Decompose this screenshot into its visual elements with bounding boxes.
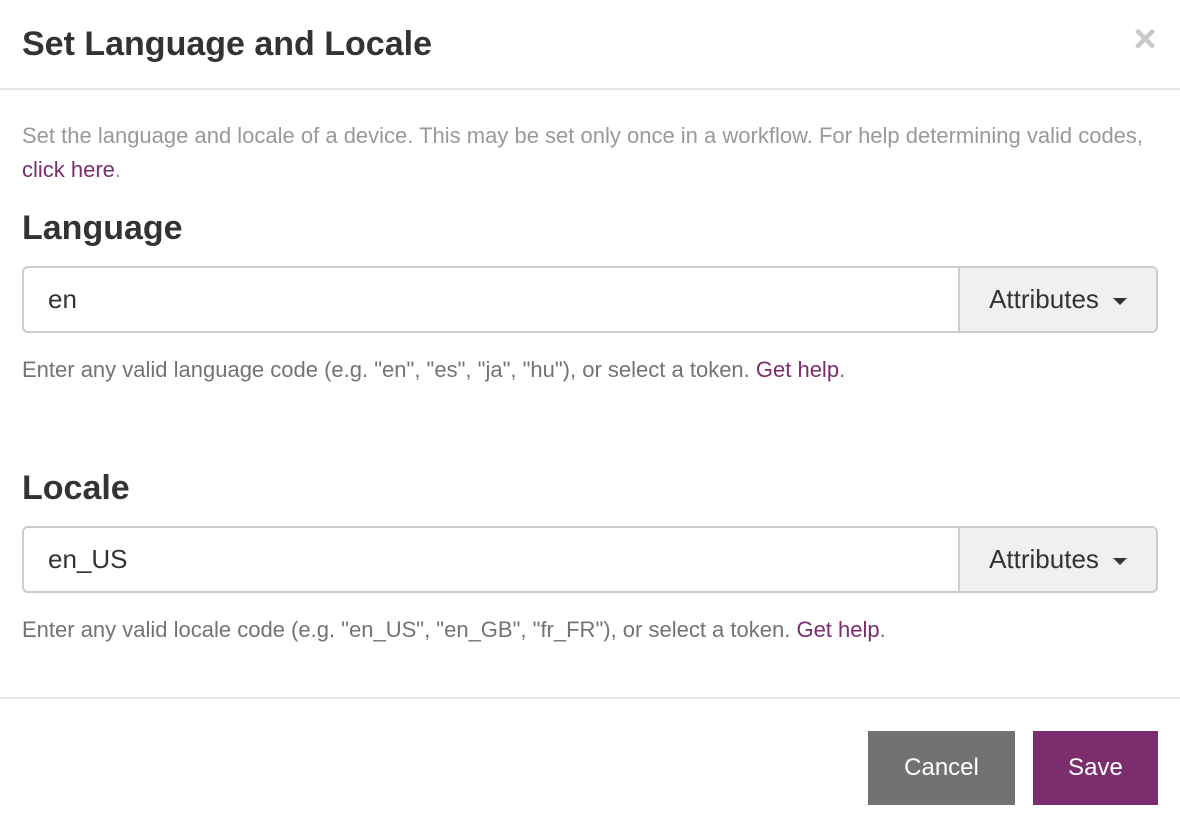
language-get-help-link[interactable]: Get help <box>756 357 839 382</box>
intro-text: Set the language and locale of a device.… <box>22 119 1152 187</box>
locale-input[interactable] <box>22 526 958 593</box>
locale-help-suffix: . <box>880 617 886 642</box>
locale-label: Locale <box>22 468 130 508</box>
language-input-group: Attributes <box>22 266 1158 333</box>
save-button[interactable]: Save <box>1033 731 1158 805</box>
language-locale-modal: Set Language and Locale × Set the langua… <box>0 0 1180 830</box>
modal-header: Set Language and Locale × <box>0 0 1180 90</box>
caret-down-icon <box>1113 558 1127 565</box>
locale-attributes-label: Attributes <box>989 544 1099 575</box>
modal-title: Set Language and Locale <box>22 24 432 64</box>
caret-down-icon <box>1113 298 1127 305</box>
click-here-link[interactable]: click here <box>22 157 115 182</box>
language-attributes-label: Attributes <box>989 284 1099 315</box>
language-help-text: Enter any valid language code (e.g. "en"… <box>22 355 845 385</box>
locale-get-help-link[interactable]: Get help <box>796 617 879 642</box>
locale-attributes-dropdown[interactable]: Attributes <box>958 526 1158 593</box>
language-help-description: Enter any valid language code (e.g. "en"… <box>22 357 756 382</box>
language-label: Language <box>22 208 183 248</box>
intro-description: Set the language and locale of a device.… <box>22 123 1143 148</box>
locale-input-group: Attributes <box>22 526 1158 593</box>
language-help-suffix: . <box>839 357 845 382</box>
close-icon[interactable]: × <box>1128 22 1162 56</box>
cancel-button[interactable]: Cancel <box>868 731 1015 805</box>
language-input[interactable] <box>22 266 958 333</box>
language-attributes-dropdown[interactable]: Attributes <box>958 266 1158 333</box>
locale-help-description: Enter any valid locale code (e.g. "en_US… <box>22 617 796 642</box>
intro-suffix: . <box>115 157 121 182</box>
modal-footer: Cancel Save <box>0 697 1180 830</box>
locale-help-text: Enter any valid locale code (e.g. "en_US… <box>22 615 886 645</box>
